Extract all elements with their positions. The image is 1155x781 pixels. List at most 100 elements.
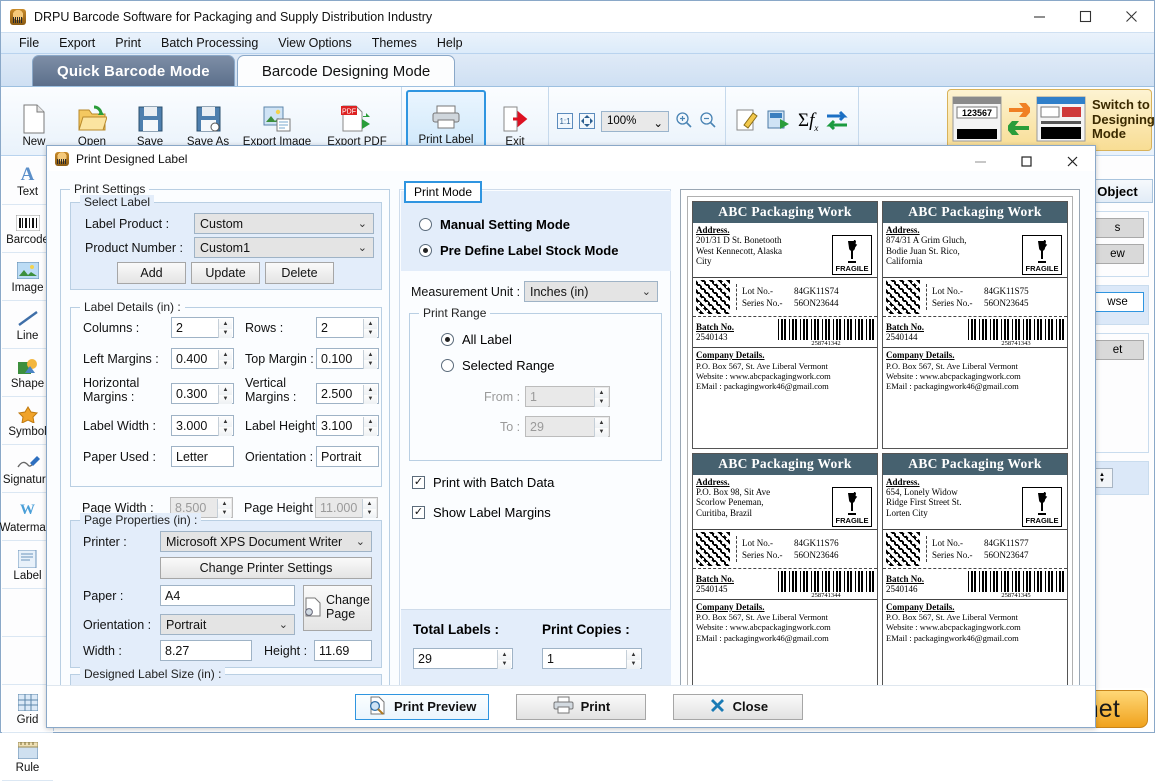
menu-item-batch-processing[interactable]: Batch Processing [151, 34, 268, 52]
columns-input[interactable]: 2 ▲ ▼ [171, 317, 234, 338]
delete-button[interactable]: Delete [265, 262, 334, 284]
label-lot-section: Lot No.- 84GK11S77 Series No.- 56ON23647 [883, 530, 1067, 569]
label-product-select[interactable]: Custom ⌄ [194, 213, 374, 234]
print-button[interactable]: Print [516, 693, 647, 720]
orientation-select-page[interactable]: Portrait ⌄ [160, 614, 295, 635]
zoom-level-select[interactable]: 100% ⌄ [601, 110, 669, 132]
manual-setting-mode-option[interactable]: Manual Setting Mode [419, 217, 570, 232]
toolbar-new-button[interactable]: New [5, 90, 63, 152]
floppy-save-icon [137, 102, 164, 136]
label-height-stepper[interactable]: ▲ ▼ [363, 417, 377, 436]
manual-setting-mode-label: Manual Setting Mode [440, 217, 570, 232]
horizontal-margins-stepper[interactable]: ▲ ▼ [218, 385, 232, 404]
rows-stepper[interactable]: ▲ ▼ [363, 319, 377, 338]
horizontal-margins-input[interactable]: 0.300 ▲ ▼ [171, 383, 234, 404]
toolbar-print-label-button[interactable]: Print Label [406, 90, 486, 152]
address-title: Address. [696, 225, 730, 235]
print-preview-label: Print Preview [394, 699, 477, 714]
menu-item-help[interactable]: Help [427, 34, 473, 52]
change-page-button[interactable]: Change Page [303, 585, 372, 631]
top-margin-stepper[interactable]: ▲ ▼ [363, 350, 377, 369]
menu-item-view-options[interactable]: View Options [268, 34, 361, 52]
close-button[interactable]: Close [673, 693, 804, 720]
rail-item-rule[interactable]: Rule [2, 733, 53, 781]
company-title: Company Details. [886, 350, 955, 360]
menu-item-export[interactable]: Export [49, 34, 105, 52]
toolbar-open-button[interactable]: Open [63, 90, 121, 152]
update-button[interactable]: Update [191, 262, 260, 284]
total-labels-input[interactable]: 29 ▲ ▼ [413, 648, 513, 669]
tab-quick-barcode-mode[interactable]: Quick Barcode Mode [32, 55, 235, 86]
print-with-batch-data-checkbox[interactable] [412, 476, 425, 489]
page-prop-height-input[interactable]: 11.69 [314, 640, 372, 661]
right-button-2[interactable]: ew [1091, 244, 1144, 264]
minimize-button[interactable] [1016, 1, 1062, 32]
zoom-level-value: 100% [607, 115, 637, 127]
toolbar-export-pdf-button[interactable]: PDF Export PDF [317, 90, 397, 152]
excel-import-icon[interactable] [766, 107, 792, 136]
change-printer-settings-button[interactable]: Change Printer Settings [160, 557, 372, 579]
label-width-input[interactable]: 3.000 ▲ ▼ [171, 415, 234, 436]
zoom-out-icon[interactable] [699, 111, 717, 132]
show-label-margins-checkbox[interactable] [412, 506, 425, 519]
zoom-actual-size-icon[interactable]: 1:1 [557, 113, 573, 129]
columns-stepper[interactable]: ▲ ▼ [218, 319, 232, 338]
swap-arrows-icon[interactable] [824, 108, 850, 135]
left-margins-input[interactable]: 0.400 ▲ ▼ [171, 348, 234, 369]
menu-item-file[interactable]: File [9, 34, 49, 52]
toolbar-exit-button[interactable]: Exit [486, 90, 544, 152]
print-with-batch-data-label: Print with Batch Data [433, 475, 555, 490]
vertical-margins-stepper[interactable]: ▲ ▼ [363, 385, 377, 404]
product-number-select[interactable]: Custom1 ⌄ [194, 237, 374, 258]
label-preview-pane[interactable]: ABC Packaging Work Address. 201/31 D St.… [680, 189, 1080, 712]
print-copies-stepper[interactable]: ▲ ▼ [626, 650, 640, 669]
paper-label: Paper : [83, 589, 124, 603]
page-prop-width-input[interactable]: 8.27 [160, 640, 252, 661]
add-button[interactable]: Add [117, 262, 186, 284]
pre-define-label-stock-mode-radio[interactable] [419, 244, 432, 257]
paper-input[interactable]: A4 [160, 585, 295, 606]
selected-range-radio[interactable] [441, 359, 454, 372]
zoom-fit-icon[interactable] [579, 113, 595, 129]
series-label: Series No.- [932, 549, 973, 560]
top-margin-input[interactable]: 0.100 ▲ ▼ [316, 348, 379, 369]
all-label-option[interactable]: All Label [441, 332, 512, 347]
page-prop-width-value: 8.27 [165, 643, 190, 658]
print-with-batch-data-option[interactable]: Print with Batch Data [412, 475, 554, 490]
menu-item-print[interactable]: Print [105, 34, 151, 52]
signature-icon [16, 452, 40, 474]
selected-range-option[interactable]: Selected Range [441, 358, 555, 373]
vertical-margins-input[interactable]: 2.500 ▲ ▼ [316, 383, 379, 404]
edit-pencil-icon[interactable] [734, 107, 760, 136]
all-label-radio[interactable] [441, 333, 454, 346]
toolbar-save-button[interactable]: Save [121, 90, 179, 152]
right-button-1[interactable]: s [1091, 218, 1144, 238]
address-lines: 201/31 D St. Bonetooth West Kennecott, A… [696, 235, 782, 267]
close-button[interactable] [1108, 1, 1154, 32]
left-margins-stepper[interactable]: ▲ ▼ [218, 350, 232, 369]
new-document-icon [21, 102, 47, 136]
rows-input[interactable]: 2 ▲ ▼ [316, 317, 379, 338]
menu-item-themes[interactable]: Themes [362, 34, 427, 52]
toolbar-save-as-button[interactable]: Save As [179, 90, 237, 152]
toolbar-export-image-button[interactable]: Export Image [237, 90, 317, 152]
address-lines: P.O. Box 98, Sit Ave Scorlow Peneman, Cu… [696, 487, 770, 519]
total-labels-stepper[interactable]: ▲ ▼ [497, 650, 511, 669]
manual-setting-mode-radio[interactable] [419, 218, 432, 231]
pre-define-label-stock-mode-option[interactable]: Pre Define Label Stock Mode [419, 243, 618, 258]
measurement-unit-select[interactable]: Inches (in) ⌄ [524, 281, 658, 302]
print-copies-input[interactable]: 1 ▲ ▼ [542, 648, 642, 669]
zoom-in-icon[interactable] [675, 111, 693, 132]
printer-select[interactable]: Microsoft XPS Document Writer ⌄ [160, 531, 372, 552]
total-labels-value: 29 [418, 651, 432, 666]
maximize-button[interactable] [1062, 1, 1108, 32]
label-width-stepper[interactable]: ▲ ▼ [218, 417, 232, 436]
print-preview-button[interactable]: Print Preview [355, 693, 490, 720]
browse-button[interactable]: wse [1091, 292, 1144, 312]
tab-barcode-designing-mode[interactable]: Barcode Designing Mode [236, 55, 456, 86]
sum-function-icon[interactable]: Σfx [798, 110, 818, 133]
switch-to-designing-mode-button[interactable]: 123567 Switch to Designing Mode [947, 89, 1155, 151]
label-height-input[interactable]: 3.100 ▲ ▼ [316, 415, 379, 436]
show-label-margins-option[interactable]: Show Label Margins [412, 505, 551, 520]
set-button[interactable]: et [1091, 340, 1144, 360]
